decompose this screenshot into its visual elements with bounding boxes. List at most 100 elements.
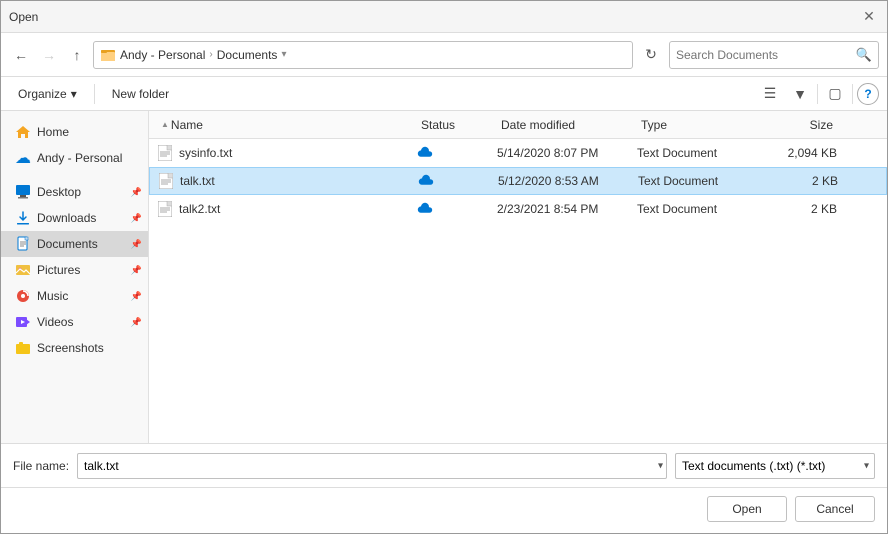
file-type-cell: Text Document bbox=[638, 174, 758, 188]
pin-icon-music: 📌 bbox=[131, 291, 142, 302]
thumbnail-view-button[interactable]: ▢ bbox=[822, 81, 848, 107]
file-type-cell: Text Document bbox=[637, 146, 757, 160]
sidebar-item-documents[interactable]: Documents 📌 bbox=[1, 231, 148, 257]
file-name: talk.txt bbox=[180, 174, 215, 188]
sidebar-label-desktop: Desktop bbox=[37, 185, 81, 199]
path-icon bbox=[100, 47, 116, 63]
content-area: Home ☁ Andy - Personal Desktop 📌 bbox=[1, 111, 887, 443]
file-name-cell: talk2.txt bbox=[157, 201, 417, 217]
organize-button[interactable]: Organize ▾ bbox=[9, 83, 86, 105]
file-name-cell: talk.txt bbox=[158, 173, 418, 189]
address-path[interactable]: Andy - Personal › Documents ▾ bbox=[93, 41, 633, 69]
downloads-icon bbox=[15, 210, 31, 226]
videos-icon bbox=[15, 314, 31, 330]
pin-icon-videos: 📌 bbox=[131, 317, 142, 328]
sidebar-item-home[interactable]: Home bbox=[1, 119, 148, 145]
open-button[interactable]: Open bbox=[707, 496, 787, 522]
sidebar-item-andy-personal[interactable]: ☁ Andy - Personal bbox=[1, 145, 148, 171]
file-icon bbox=[157, 145, 173, 161]
file-list-container: ▲ Name Status Date modified Type Size bbox=[149, 111, 887, 443]
col-sort-indicator: ▲ bbox=[161, 120, 169, 129]
sidebar-item-videos[interactable]: Videos 📌 bbox=[1, 309, 148, 335]
close-button[interactable]: ✕ bbox=[859, 7, 879, 27]
file-status-cell bbox=[417, 145, 497, 161]
search-box[interactable]: 🔍 bbox=[669, 41, 879, 69]
toolbar-separator3 bbox=[852, 84, 853, 104]
cancel-button[interactable]: Cancel bbox=[795, 496, 875, 522]
file-date-cell: 5/12/2020 8:53 AM bbox=[498, 174, 638, 188]
sidebar-label-pictures: Pictures bbox=[37, 263, 80, 277]
filename-dropdown-arrow[interactable]: ▾ bbox=[658, 460, 663, 471]
sidebar-label-documents: Documents bbox=[37, 237, 98, 251]
filetype-select-wrap: Text documents (.txt) (*.txt)All Files (… bbox=[675, 453, 875, 479]
table-row[interactable]: sysinfo.txt 5/14/2020 8:07 PM Text Docum… bbox=[149, 139, 887, 167]
cloud-sync-icon bbox=[417, 201, 433, 217]
pictures-icon bbox=[15, 262, 31, 278]
back-button[interactable]: ← bbox=[9, 43, 33, 67]
action-row: Open Cancel bbox=[1, 487, 887, 533]
col-header-status[interactable]: Status bbox=[417, 111, 497, 138]
help-icon: ? bbox=[864, 87, 871, 101]
sidebar-spacer bbox=[1, 171, 148, 179]
table-row[interactable]: talk2.txt 2/23/2021 8:54 PM Text Documen… bbox=[149, 195, 887, 223]
filename-label: File name: bbox=[13, 459, 69, 473]
file-name: sysinfo.txt bbox=[179, 146, 232, 160]
toolbar-separator2 bbox=[817, 84, 818, 104]
pin-icon-desktop: 📌 bbox=[131, 187, 142, 198]
music-icon bbox=[15, 288, 31, 304]
thumbnail-icon: ▢ bbox=[828, 85, 841, 102]
help-button[interactable]: ? bbox=[857, 83, 879, 105]
new-folder-button[interactable]: New folder bbox=[103, 83, 178, 105]
up-button[interactable]: ↑ bbox=[65, 43, 89, 67]
home-icon bbox=[15, 124, 31, 140]
sidebar-item-screenshots[interactable]: Screenshots bbox=[1, 335, 148, 361]
file-date-cell: 5/14/2020 8:07 PM bbox=[497, 146, 637, 160]
cloud-sync-icon bbox=[417, 145, 433, 161]
file-list-header: ▲ Name Status Date modified Type Size bbox=[149, 111, 887, 139]
list-view-button[interactable]: ☰ bbox=[757, 81, 783, 107]
search-icon: 🔍 bbox=[856, 47, 872, 63]
sidebar-item-downloads[interactable]: Downloads 📌 bbox=[1, 205, 148, 231]
filetype-select[interactable]: Text documents (.txt) (*.txt)All Files (… bbox=[675, 453, 875, 479]
file-name-cell: sysinfo.txt bbox=[157, 145, 417, 161]
titlebar: Open ✕ bbox=[1, 1, 887, 33]
breadcrumb-expand[interactable]: ▾ bbox=[281, 49, 286, 60]
search-input[interactable] bbox=[676, 48, 856, 62]
sidebar-label-home: Home bbox=[37, 125, 69, 139]
screenshots-icon bbox=[15, 340, 31, 356]
sidebar-label-andy: Andy - Personal bbox=[37, 151, 122, 165]
col-header-size[interactable]: Size bbox=[757, 111, 837, 138]
file-size-cell: 2 KB bbox=[757, 202, 837, 216]
documents-icon bbox=[15, 236, 31, 252]
desktop-icon bbox=[15, 184, 31, 200]
pin-icon-downloads: 📌 bbox=[131, 213, 142, 224]
file-name: talk2.txt bbox=[179, 202, 220, 216]
file-type-cell: Text Document bbox=[637, 202, 757, 216]
file-icon bbox=[157, 201, 173, 217]
toolbar-separator bbox=[94, 84, 95, 104]
sidebar-item-desktop[interactable]: Desktop 📌 bbox=[1, 179, 148, 205]
sidebar-label-music: Music bbox=[37, 289, 68, 303]
file-size-cell: 2 KB bbox=[758, 174, 838, 188]
cloud-sync-icon bbox=[418, 173, 434, 189]
sidebar-item-music[interactable]: Music 📌 bbox=[1, 283, 148, 309]
col-header-date[interactable]: Date modified bbox=[497, 111, 637, 138]
sidebar: Home ☁ Andy - Personal Desktop 📌 bbox=[1, 111, 149, 443]
refresh-button[interactable]: ↻ bbox=[637, 41, 665, 69]
col-header-type[interactable]: Type bbox=[637, 111, 757, 138]
filename-input[interactable] bbox=[77, 453, 667, 479]
table-row[interactable]: talk.txt 5/12/2020 8:53 AM Text Document… bbox=[149, 167, 887, 195]
breadcrumb-part1: Andy - Personal bbox=[120, 48, 205, 62]
sidebar-label-videos: Videos bbox=[37, 315, 73, 329]
sidebar-item-pictures[interactable]: Pictures 📌 bbox=[1, 257, 148, 283]
toolbar: Organize ▾ New folder ☰ ▼ ▢ ? bbox=[1, 77, 887, 111]
bottombar: File name: ▾ Text documents (.txt) (*.tx… bbox=[1, 443, 887, 487]
breadcrumb-part2: Documents bbox=[217, 48, 278, 62]
sidebar-label-screenshots: Screenshots bbox=[37, 341, 104, 355]
forward-button[interactable]: → bbox=[37, 43, 61, 67]
list-view-icon: ☰ bbox=[764, 85, 777, 102]
view-options-icon: ▼ bbox=[793, 86, 807, 102]
view-options-button[interactable]: ▼ bbox=[787, 81, 813, 107]
filename-input-wrap: ▾ bbox=[77, 453, 667, 479]
col-header-name[interactable]: ▲ Name bbox=[157, 111, 417, 138]
